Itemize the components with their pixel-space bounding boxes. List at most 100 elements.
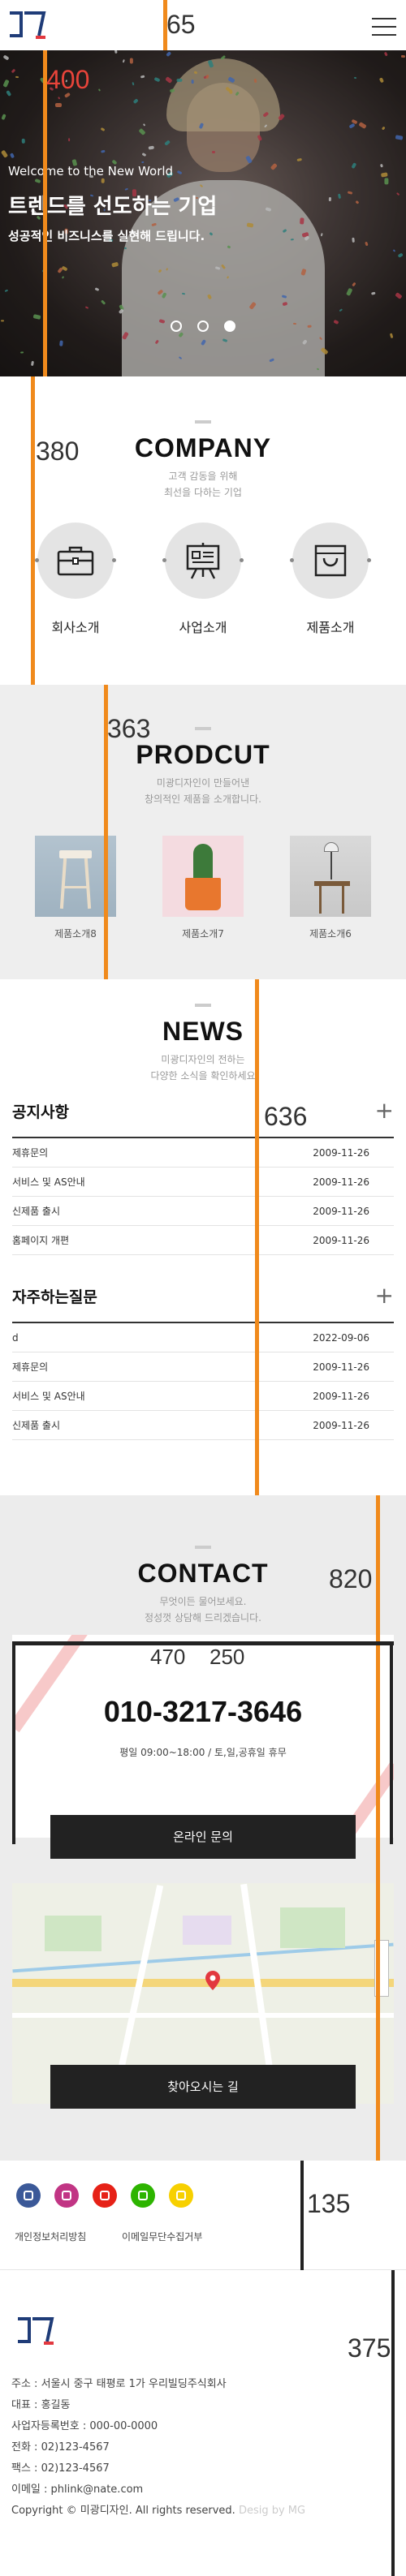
product-label: 제품소개6 [309, 928, 352, 940]
guide-label: 470 [150, 1645, 186, 1669]
blog-icon[interactable] [131, 2183, 155, 2208]
guide-line [390, 1641, 393, 1844]
notice-board: 공지사항 + 제휴문의 2009-11-26 서비스 및 AS안내 2009-11-2… [12, 1099, 394, 1255]
news-subtitle-2: 다양한 소식을 확인하세요 [150, 1070, 256, 1082]
guide-label: 135 [307, 2189, 351, 2218]
board-row[interactable]: 제휴문의 2009-11-26 [12, 1353, 394, 1382]
board-row[interactable]: 신제품 출시 2009-11-26 [12, 1197, 394, 1226]
guide-line [12, 1641, 15, 1844]
company-section: COMPANY 고객 감동을 위해 최선을 다하는 기업 회사소개 사업소개 제… [0, 376, 406, 685]
board-row[interactable]: 서비스 및 AS안내 2009-11-26 [12, 1382, 394, 1411]
slider-dot-1[interactable] [171, 320, 182, 332]
news-title: NEWS [162, 1017, 244, 1046]
board-row-title: 제휴문의 [12, 1147, 49, 1159]
news-section: NEWS 미광디자인의 전하는 다양한 소식을 확인하세요 공지사항 + 제휴문… [0, 979, 406, 1495]
contact-phone[interactable]: 010-3217-3646 [12, 1695, 394, 1729]
guide-line [31, 376, 35, 685]
board-row[interactable]: 서비스 및 AS안내 2009-11-26 [12, 1168, 394, 1197]
company-item-label: 사업소개 [179, 620, 227, 635]
footer-logo[interactable] [16, 2316, 55, 2348]
footer-info-section: 주소 : 서울시 중구 태평로 1가 우리빌딩주식회사 대표 : 홍길동 사업자… [0, 2270, 406, 2576]
product-card-6[interactable]: 제품소개6 [290, 836, 371, 940]
map-road [12, 1979, 394, 1987]
briefcase-icon [57, 546, 94, 576]
plus-icon[interactable]: + [375, 1099, 394, 1122]
faq-title[interactable]: 자주하는질문 [12, 1285, 97, 1307]
site-header [0, 0, 406, 50]
map-park [280, 1907, 345, 1948]
map-pin-icon [205, 1971, 220, 1990]
product-card-7[interactable]: 제품소개7 [162, 836, 244, 940]
guide-label: 250 [209, 1645, 245, 1669]
slider-dot-2[interactable] [197, 320, 209, 332]
guide-label: 400 [46, 65, 90, 94]
news-subtitle-1: 미광디자인의 전하는 [161, 1054, 245, 1065]
company-subtitle-2: 최선을 다하는 기업 [164, 487, 242, 498]
guide-label: 65 [166, 10, 196, 39]
company-item-business[interactable]: 사업소개 [162, 523, 244, 636]
board-row-title: 서비스 및 AS안내 [12, 1391, 85, 1402]
directions-button[interactable]: 찾아오시는 길 [50, 2065, 356, 2109]
faq-board: 자주하는질문 + d 2022-09-06 제휴문의 2009-11-26 서비스 및 … [12, 1284, 394, 1440]
youtube-icon[interactable] [93, 2183, 117, 2208]
guide-label: 380 [36, 437, 80, 466]
privacy-policy-link[interactable]: 개인정보처리방침 [15, 2230, 86, 2243]
board-row-title: 신제품 출시 [12, 1420, 61, 1431]
contact-card: 010-3217-3646 평일 09:00~18:00 / 토,일,공휴일 휴… [12, 1635, 394, 1838]
hero-slider: Welcome to the New World 트렌드를 선도하는 기업 성공… [0, 50, 406, 376]
map-block [183, 1916, 231, 1945]
design-by-link[interactable]: Desig by MG [239, 2505, 305, 2517]
board-row-title: 제휴문의 [12, 1361, 49, 1373]
email-refusal-link[interactable]: 이메일무단수집거부 [122, 2230, 202, 2243]
product-section: PRODCUT 미광디자인이 만들어낸 창의적인 제품을 소개합니다. 제품소개… [0, 685, 406, 979]
sns-links [16, 2183, 207, 2211]
board-row[interactable]: 신제품 출시 2009-11-26 [12, 1411, 394, 1440]
board-row[interactable]: 홈페이지 개편 2009-11-26 [12, 1226, 394, 1255]
footer-copyright: Copyright © 미광디자인. All rights reserved. … [11, 2501, 305, 2522]
board-row[interactable]: 제휴문의 2009-11-26 [12, 1138, 394, 1168]
product-label: 제품소개7 [182, 928, 224, 940]
slider-dot-3[interactable] [224, 320, 236, 332]
guide-line [12, 1641, 394, 1645]
footer-address: 주소 : 서울시 중구 태평로 1가 우리빌딩주식회사 [11, 2378, 227, 2390]
kakaotalk-icon[interactable] [169, 2183, 193, 2208]
board-row-date: 2009-11-26 [313, 1419, 369, 1431]
company-item-products[interactable]: 제품소개 [290, 523, 371, 636]
site-logo[interactable] [8, 10, 47, 39]
presentation-board-icon [186, 543, 220, 579]
section-divider [195, 727, 211, 730]
contact-subtitle-1: 무엇이든 물어보세요. [159, 1596, 247, 1607]
contact-subtitle-2: 정성껏 상담해 드리겠습니다. [145, 1612, 261, 1623]
guide-line [376, 1495, 380, 2161]
board-row-title: 홈페이지 개편 [12, 1235, 70, 1246]
plus-icon[interactable]: + [375, 1284, 394, 1307]
footer-fax: 팩스 : 02)123-4567 [11, 2462, 110, 2475]
hero-welcome: Welcome to the New World [8, 164, 174, 178]
section-divider [195, 420, 211, 424]
board-row-date: 2009-11-26 [313, 1146, 369, 1159]
hamburger-icon[interactable] [372, 18, 396, 36]
facebook-icon[interactable] [16, 2183, 41, 2208]
hero-headline: 트렌드를 선도하는 기업 [8, 195, 218, 219]
cactus-image [162, 836, 244, 917]
footer-ceo: 대표 : 홍길동 [11, 2399, 71, 2411]
board-row-date: 2022-09-06 [313, 1331, 369, 1344]
board-row-date: 2009-11-26 [313, 1205, 369, 1217]
board-row-date: 2009-11-26 [313, 1234, 369, 1246]
guide-label: 375 [348, 2333, 391, 2363]
board-row-date: 2009-11-26 [313, 1176, 369, 1188]
notice-title[interactable]: 공지사항 [12, 1100, 69, 1122]
company-subtitle-1: 고객 감동을 위해 [168, 471, 238, 482]
slider-dots [171, 320, 247, 335]
section-divider [195, 1004, 211, 1007]
company-item-about[interactable]: 회사소개 [35, 523, 116, 636]
guide-line [43, 50, 47, 376]
map-road [12, 2013, 394, 2018]
company-item-label: 회사소개 [51, 620, 100, 635]
guide-label: 363 [107, 714, 151, 743]
board-row[interactable]: d 2022-09-06 [12, 1323, 394, 1353]
instagram-icon[interactable] [54, 2183, 79, 2208]
lamp-table-image [290, 836, 371, 917]
online-inquiry-button[interactable]: 온라인 문의 [50, 1815, 356, 1859]
footer-biz-no: 사업자등록번호 : 000-00-0000 [11, 2420, 158, 2432]
